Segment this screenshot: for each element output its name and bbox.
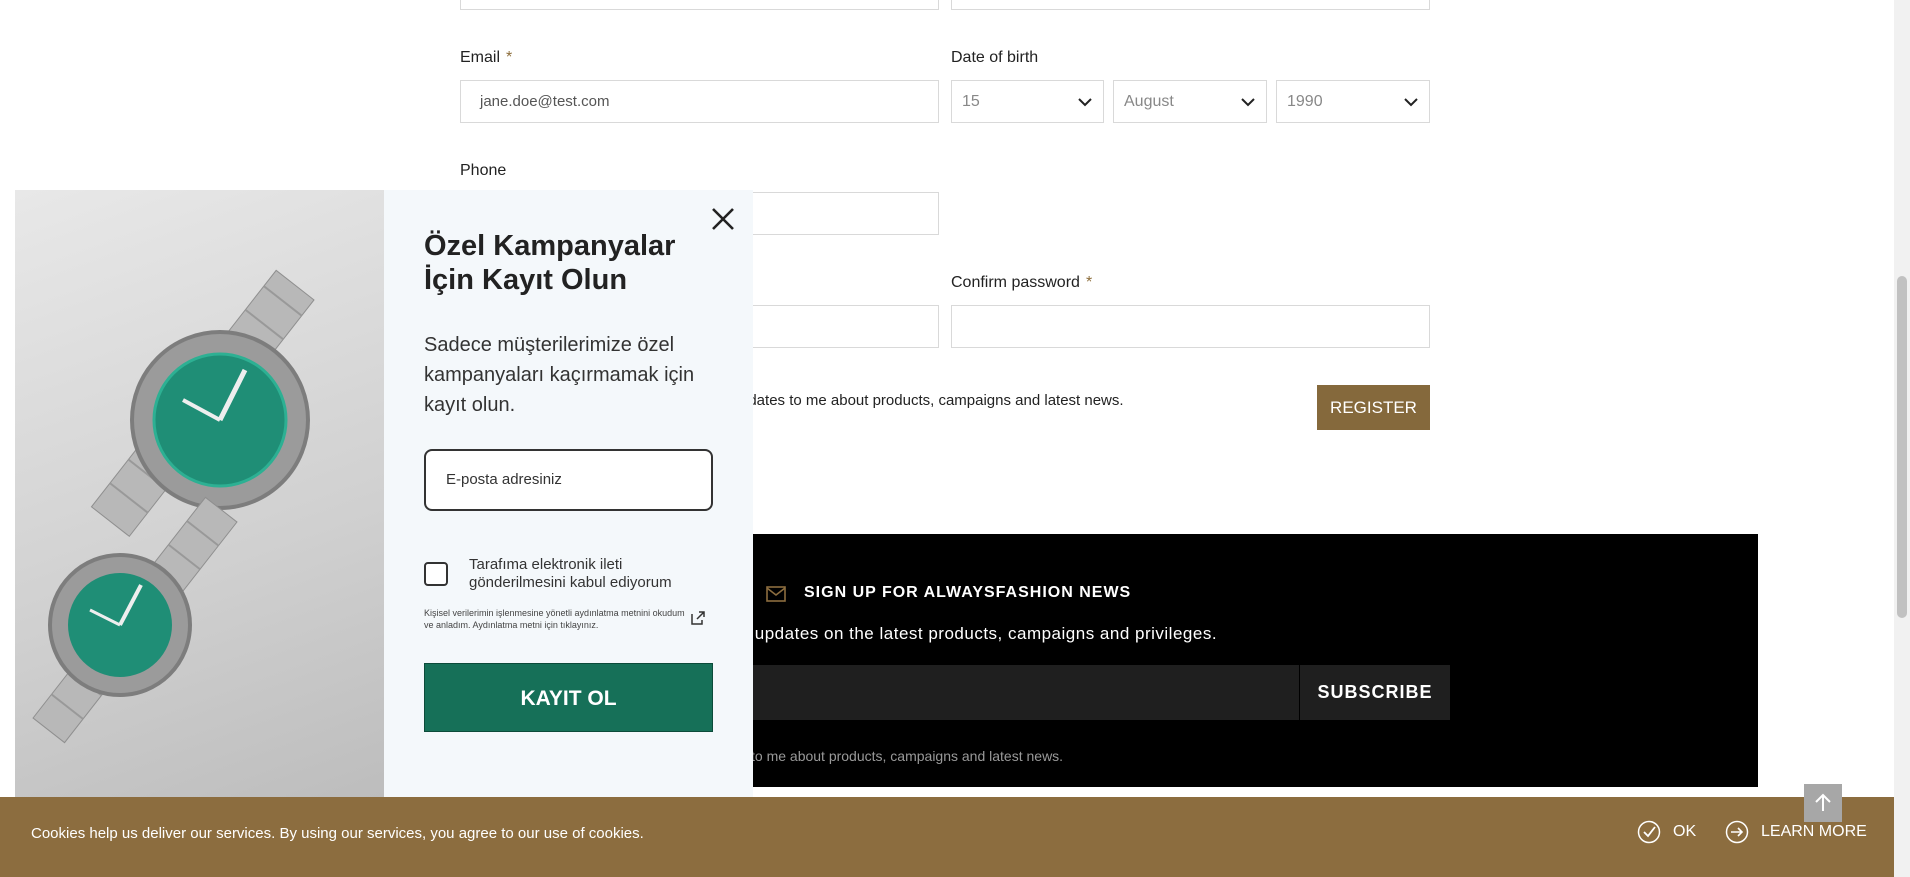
dob-month-value: August xyxy=(1124,93,1174,110)
top-field-left[interactable] xyxy=(460,0,939,10)
dob-label: Date of birth xyxy=(951,49,1039,66)
phone-label: Phone xyxy=(460,162,507,179)
newsletter-email-input[interactable] xyxy=(733,665,1299,720)
newsletter-title: SIGN UP FOR ALWAYSFASHION NEWS xyxy=(804,584,1132,601)
subscribe-button[interactable]: SUBSCRIBE xyxy=(1299,665,1450,720)
dob-year-value: 1990 xyxy=(1287,93,1323,110)
cookie-learn-more-button[interactable]: LEARN MORE xyxy=(1725,820,1867,844)
top-field-right[interactable] xyxy=(951,0,1430,10)
newsletter-subtitle: il updates on the latest products, campa… xyxy=(741,624,1218,643)
dob-day-select[interactable]: 15 xyxy=(951,80,1104,123)
confirm-password-field[interactable] xyxy=(951,305,1430,348)
page-scrollbar-thumb[interactable] xyxy=(1897,276,1907,618)
popup-description: Sadece müşterilerimize özel kampanyaları… xyxy=(424,334,695,416)
consent-text: pdates to me about products, campaigns a… xyxy=(740,392,1124,409)
cookie-ok-button[interactable]: OK xyxy=(1637,820,1696,844)
arrow-up-icon xyxy=(1815,793,1831,811)
newsletter-consent-text: to me about products, campaigns and late… xyxy=(751,748,1064,764)
scroll-to-top-button[interactable] xyxy=(1804,784,1842,822)
cookie-text: Cookies help us deliver our services. By… xyxy=(31,825,644,842)
dob-month-select[interactable]: August xyxy=(1113,80,1267,123)
check-circle-icon xyxy=(1637,820,1661,844)
email-field[interactable]: jane.doe@test.com xyxy=(460,80,939,123)
envelope-icon xyxy=(766,586,786,602)
register-button[interactable]: REGISTER xyxy=(1317,385,1430,430)
popup-title: Özel Kampanyalar İçin Kayıt Olun xyxy=(424,230,676,296)
popup-watch-image xyxy=(15,190,384,797)
popup-consent-checkbox[interactable] xyxy=(424,562,448,586)
external-link-icon[interactable] xyxy=(689,609,707,627)
popup-email-input[interactable]: E-posta adresiniz xyxy=(424,449,713,511)
popup-submit-button[interactable]: KAYIT OL xyxy=(424,663,713,732)
confirm-password-label: Confirm password * xyxy=(951,274,1093,291)
dob-year-select[interactable]: 1990 xyxy=(1276,80,1430,123)
email-value: jane.doe@test.com xyxy=(480,93,610,110)
email-label: Email * xyxy=(460,49,513,66)
arrow-right-circle-icon xyxy=(1725,820,1749,844)
chevron-down-icon xyxy=(1404,98,1418,107)
popup-email-placeholder: E-posta adresiniz xyxy=(446,471,562,488)
chevron-down-icon xyxy=(1241,98,1255,107)
chevron-down-icon xyxy=(1078,98,1092,107)
popup-consent-label: Tarafıma elektronik ileti gönderilmesini… xyxy=(469,556,672,591)
cookie-learn-more-label: LEARN MORE xyxy=(1761,823,1867,840)
dob-day-value: 15 xyxy=(962,93,980,110)
cookie-ok-label: OK xyxy=(1673,823,1697,840)
popup-privacy-text: Kişisel verilerimin işlenmesine yönetli … xyxy=(424,608,685,630)
